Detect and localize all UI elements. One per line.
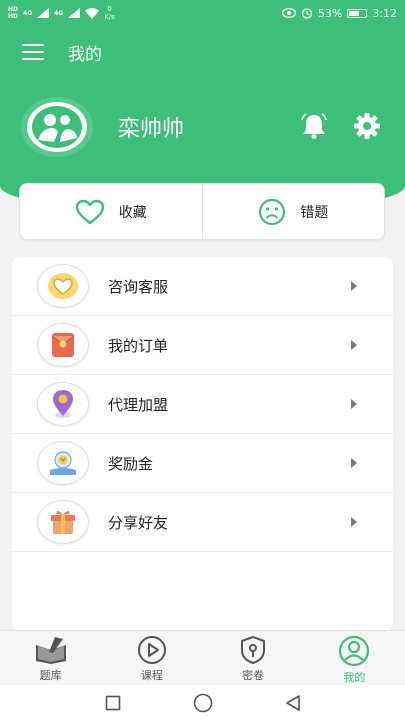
wrong-questions-label: 错题 (300, 204, 329, 221)
net-speed-unit: K/s (104, 13, 115, 21)
favorites-label: 收藏 (118, 204, 147, 221)
order-icon (37, 323, 89, 367)
alarm-icon (301, 8, 312, 19)
gear-icon[interactable] (353, 112, 381, 140)
hamburger-menu-icon[interactable] (22, 44, 44, 60)
chevron-right-icon (351, 281, 357, 291)
network1-label: 4G (23, 9, 33, 17)
book-icon (35, 637, 66, 664)
signal-icon-2 (68, 8, 81, 18)
menu-item-label: 分享好友 (108, 513, 169, 532)
menu-item-label: 咨询客服 (108, 277, 169, 296)
sad-face-icon (259, 198, 286, 225)
status-bar: HD HD 4G 4G 0 K/s 53% 3:12 (0, 0, 405, 26)
home-icon[interactable] (193, 693, 213, 713)
sim1-label: HD (8, 6, 19, 13)
menu-item-label: 奖励金 (108, 454, 154, 473)
user-icon (339, 635, 370, 667)
menu-item-label: 代理加盟 (108, 395, 169, 414)
tab-mine[interactable]: 我的 (304, 631, 405, 685)
tab-secret-papers[interactable]: 密卷 (203, 631, 304, 685)
chevron-right-icon (351, 399, 357, 409)
tab-label: 我的 (343, 671, 366, 684)
battery-icon (347, 8, 368, 18)
reward-icon (37, 441, 89, 485)
tab-question-bank[interactable]: 题库 (0, 631, 101, 685)
clock: 3:12 (372, 6, 397, 20)
net-speed-value: 0 (107, 5, 112, 13)
battery-percent: 53% (317, 6, 343, 20)
profile-section: 栾帅帅 (20, 96, 385, 158)
menu-item-rewards[interactable]: 奖励金 (12, 434, 393, 493)
recent-apps-icon[interactable] (105, 695, 121, 711)
back-icon[interactable] (285, 694, 301, 712)
menu-item-agency[interactable]: 代理加盟 (12, 375, 393, 434)
wrong-questions-button[interactable]: 错题 (203, 184, 385, 239)
chevron-right-icon (351, 458, 357, 468)
system-nav-bar (0, 685, 405, 720)
signal-icon (37, 8, 50, 18)
gift-icon (37, 500, 89, 544)
eye-icon (281, 8, 296, 18)
menu-item-my-orders[interactable]: 我的订单 (12, 316, 393, 375)
menu-item-label: 我的订单 (108, 336, 169, 355)
page-title: 我的 (68, 44, 102, 65)
top-bar: 我的 (0, 26, 405, 78)
network2-label: 4G (54, 9, 64, 17)
favorites-button[interactable]: 收藏 (20, 184, 202, 239)
tab-label: 课程 (140, 669, 163, 682)
customer-service-icon (37, 264, 89, 308)
menu-list: 咨询客服 我的订单 代理加盟 奖励金 分享好友 (12, 257, 393, 630)
avatar[interactable] (20, 96, 94, 158)
wifi-icon (85, 7, 100, 19)
lock-shield-icon (241, 636, 266, 664)
menu-item-customer-service[interactable]: 咨询客服 (12, 257, 393, 316)
chevron-right-icon (351, 517, 357, 527)
tab-courses[interactable]: 课程 (101, 631, 202, 685)
sim2-label: HD (8, 13, 19, 20)
net-speed: 0 K/s (104, 5, 115, 21)
sim-indicator: HD HD (8, 6, 18, 20)
play-icon (137, 636, 166, 664)
chevron-right-icon (351, 340, 357, 350)
bell-icon[interactable] (299, 112, 329, 140)
tab-label: 题库 (39, 669, 62, 682)
quick-actions-card: 收藏 错题 (19, 183, 385, 240)
menu-item-share[interactable]: 分享好友 (12, 493, 393, 552)
bottom-nav: 题库 课程 密卷 我的 (0, 630, 405, 685)
tab-label: 密卷 (242, 669, 265, 682)
location-icon (37, 382, 89, 426)
username: 栾帅帅 (118, 117, 185, 142)
heart-icon (75, 199, 104, 224)
